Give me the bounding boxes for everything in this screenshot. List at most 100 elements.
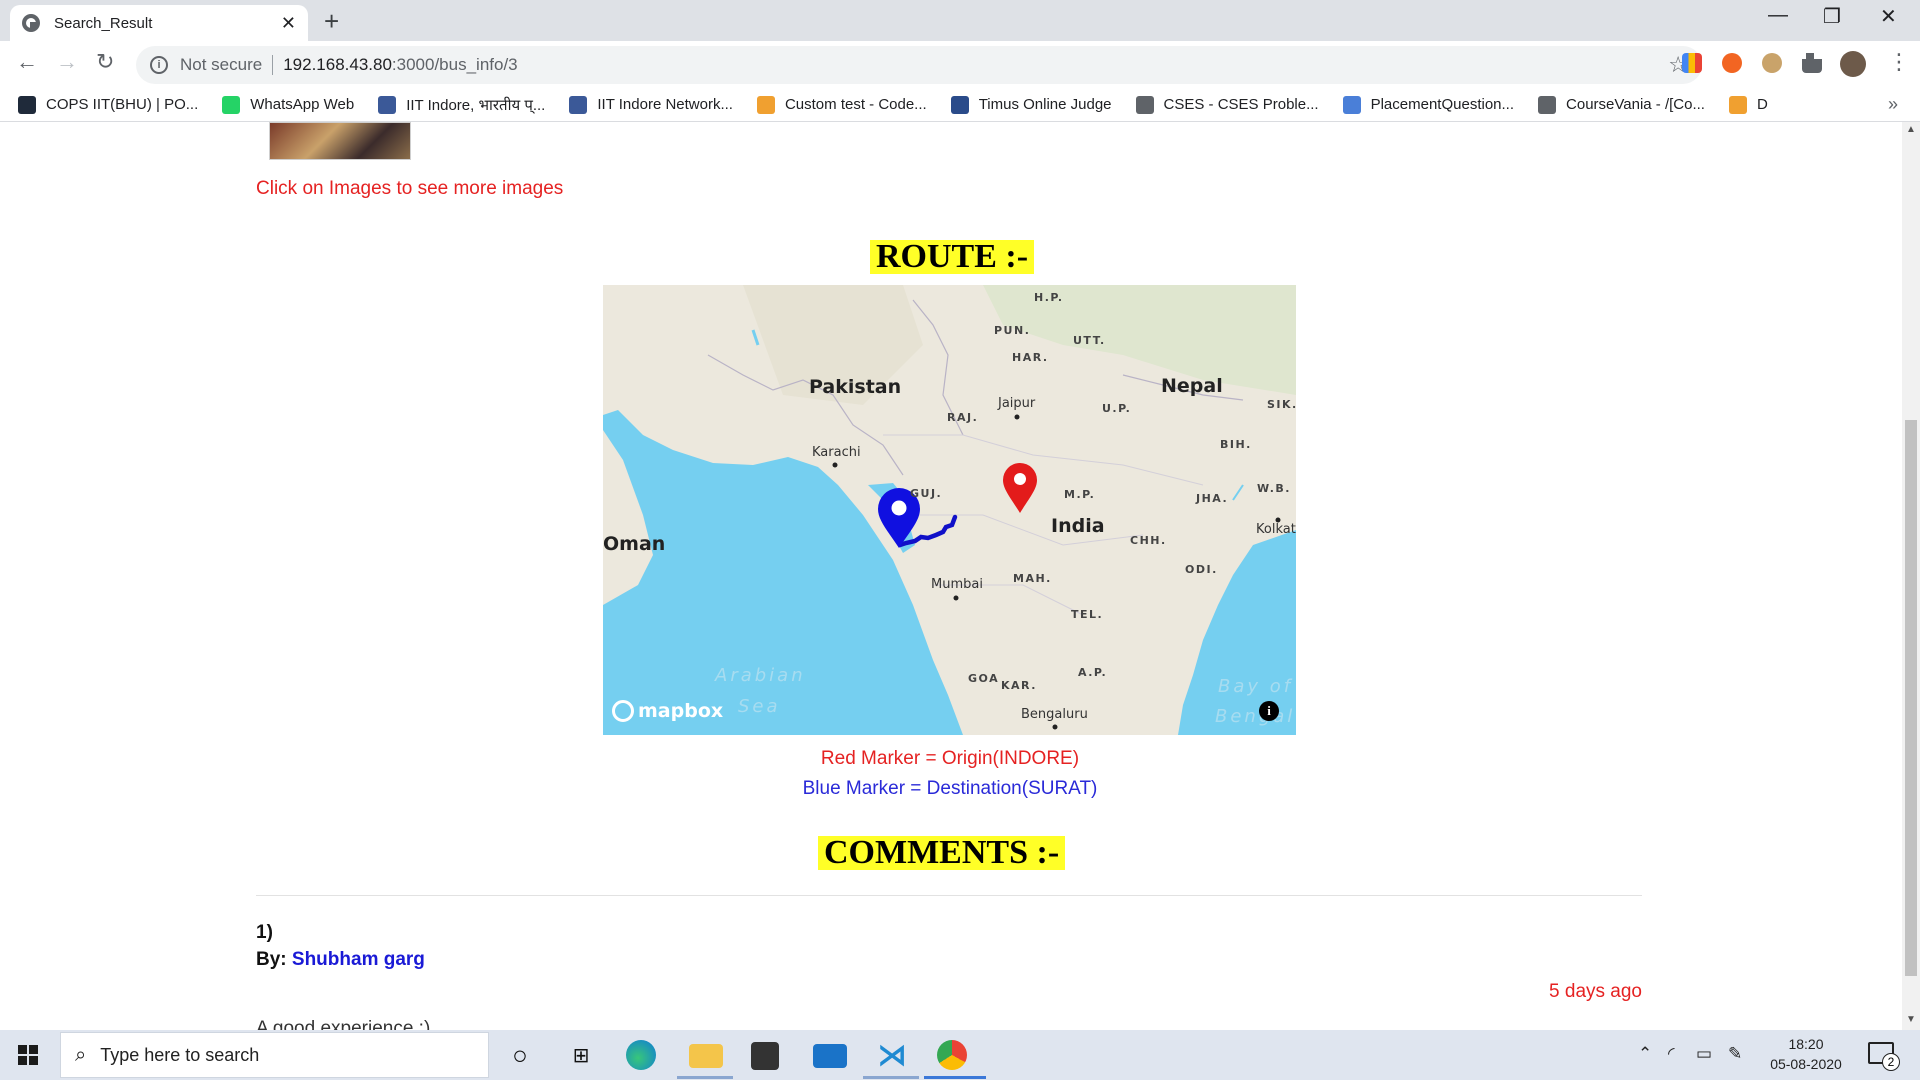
map-label: BIH. xyxy=(1220,438,1252,451)
bookmark-item[interactable]: CourseVania - /[Co... xyxy=(1538,95,1705,114)
map-label: GOA xyxy=(968,672,1000,685)
globe-icon xyxy=(22,14,40,32)
origin-legend: Red Marker = Origin(INDORE) xyxy=(820,748,1080,769)
map-label: Karachi xyxy=(812,445,861,460)
windows-taskbar: ⌕ Type here to search ○ ⊞ ⋊ ⌃ ◜ ▭ ✎ 18:2… xyxy=(0,1030,1920,1080)
clock-date: 05-08-2020 xyxy=(1770,1056,1842,1072)
bookmark-favicon-icon xyxy=(569,95,588,114)
wifi-icon[interactable]: ◜ xyxy=(1668,1044,1675,1064)
route-map[interactable]: H.P. PUN. UTT. HAR. Pakistan Nepal Jaipu… xyxy=(603,285,1296,735)
menu-kebab-icon[interactable]: ⋮ xyxy=(1888,49,1910,75)
profile-avatar[interactable] xyxy=(1840,51,1866,77)
taskbar-search-placeholder: Type here to search xyxy=(100,1044,260,1065)
reload-icon[interactable]: ↻ xyxy=(96,49,114,75)
store-icon[interactable] xyxy=(751,1042,779,1070)
bus-image-thumbnail[interactable] xyxy=(269,122,411,160)
cortana-icon[interactable]: ○ xyxy=(503,1038,537,1072)
map-label: Arabian xyxy=(715,665,806,686)
taskbar-clock[interactable]: 18:20 05-08-2020 xyxy=(1766,1034,1846,1074)
map-label: TEL. xyxy=(1071,608,1104,621)
map-canvas xyxy=(603,285,1296,735)
comment-author: Shubham garg xyxy=(291,949,425,970)
forward-arrow-icon[interactable]: → xyxy=(56,49,78,75)
browser-tab[interactable]: Search_Result ✕ xyxy=(10,5,308,41)
comment-text: A good experience :) xyxy=(256,1018,431,1030)
back-arrow-icon[interactable]: ← xyxy=(16,49,38,75)
security-label: Not secure xyxy=(180,55,263,74)
map-label: UTT. xyxy=(1073,334,1106,347)
bookmark-item[interactable]: IIT Indore, भारतीय प्... xyxy=(378,95,545,115)
map-label: Pakistan xyxy=(809,376,902,398)
bookmark-favicon-icon xyxy=(222,95,241,114)
pen-icon[interactable]: ✎ xyxy=(1728,1044,1742,1064)
bookmark-label: D xyxy=(1756,96,1768,113)
taskbar-search[interactable]: ⌕ Type here to search xyxy=(60,1032,489,1078)
comment-timestamp: 5 days ago xyxy=(1549,981,1642,1002)
map-label: ODI. xyxy=(1185,563,1218,576)
extension-icon[interactable] xyxy=(1722,53,1742,73)
mapbox-logo[interactable]: mapbox xyxy=(612,700,723,722)
bookmark-item[interactable]: COPS IIT(BHU) | PO... xyxy=(18,95,199,114)
bookmark-label: IIT Indore, भारतीय प्... xyxy=(406,96,546,114)
bookmark-item[interactable]: Custom test - Code... xyxy=(756,95,927,114)
map-label: Sea xyxy=(738,696,781,717)
scrollbar-thumb[interactable] xyxy=(1905,420,1917,976)
search-icon: ⌕ xyxy=(75,1043,87,1066)
map-label: Oman xyxy=(603,533,666,555)
edge-icon[interactable] xyxy=(626,1040,656,1070)
map-label: India xyxy=(1051,515,1105,537)
destination-legend: Blue Marker = Destination(SURAT) xyxy=(802,778,1098,799)
new-tab-button[interactable]: + xyxy=(324,6,339,37)
bookmark-item[interactable]: CSES - CSES Proble... xyxy=(1135,95,1319,114)
vscode-icon[interactable]: ⋊ xyxy=(875,1038,909,1072)
task-view-icon[interactable]: ⊞ xyxy=(564,1038,598,1072)
notification-center-icon[interactable]: 2 xyxy=(1868,1042,1900,1071)
comments-heading: COMMENTS :- xyxy=(818,836,1066,870)
bookmark-label: WhatsApp Web xyxy=(250,96,355,113)
scroll-down-icon[interactable]: ▼ xyxy=(1906,1014,1916,1025)
open-app-indicator xyxy=(863,1076,919,1079)
bookmark-favicon-icon xyxy=(756,95,775,114)
close-window-button[interactable]: ✕ xyxy=(1880,4,1897,29)
map-label: Mumbai xyxy=(931,577,983,592)
maximize-button[interactable]: ❐ xyxy=(1823,4,1841,29)
address-bar[interactable]: i Not secure 192.168.43.80 :3000/bus_inf… xyxy=(136,46,1702,84)
map-label: Bay of xyxy=(1218,676,1294,697)
bookmark-item[interactable]: WhatsApp Web xyxy=(222,95,355,114)
minimize-button[interactable]: — xyxy=(1768,4,1788,27)
map-label: M.P. xyxy=(1064,488,1096,501)
scroll-up-icon[interactable]: ▲ xyxy=(1906,124,1916,135)
bookmark-item[interactable]: PlacementQuestion... xyxy=(1342,95,1514,114)
tray-chevron-icon[interactable]: ⌃ xyxy=(1638,1044,1652,1064)
file-explorer-icon[interactable] xyxy=(689,1044,723,1068)
bookmark-item[interactable]: IIT Indore Network... xyxy=(569,95,733,114)
page-scrollbar[interactable]: ▲ ▼ xyxy=(1902,122,1920,1030)
extension-icon[interactable] xyxy=(1682,53,1702,73)
map-label: A.P. xyxy=(1078,666,1108,679)
map-info-icon[interactable]: i xyxy=(1259,701,1279,721)
bookmark-favicon-icon xyxy=(1135,95,1154,114)
bookmark-label: CSES - CSES Proble... xyxy=(1163,96,1319,113)
battery-icon[interactable]: ▭ xyxy=(1696,1044,1712,1064)
browser-tab-bar: Search_Result ✕ + — ❐ ✕ xyxy=(0,0,1920,41)
map-label: H.P. xyxy=(1034,291,1064,304)
bookmark-favicon-icon xyxy=(378,95,397,114)
tab-close-icon[interactable]: ✕ xyxy=(281,13,296,34)
bookmark-label: Custom test - Code... xyxy=(784,96,927,113)
bookmark-label: IIT Indore Network... xyxy=(597,96,733,113)
bookmark-item[interactable]: Timus Online Judge xyxy=(950,95,1112,114)
puzzle-icon[interactable] xyxy=(1802,53,1822,73)
bookmark-item[interactable]: D xyxy=(1728,95,1768,114)
chrome-icon[interactable] xyxy=(937,1040,967,1070)
extension-icon[interactable] xyxy=(1762,53,1782,73)
info-icon[interactable]: i xyxy=(150,56,168,74)
map-label: GUJ. xyxy=(910,487,943,500)
bookmarks-overflow-icon[interactable]: » xyxy=(1888,94,1898,115)
comments-divider xyxy=(256,895,1642,896)
bookmark-favicon-icon xyxy=(1538,95,1557,114)
map-label: Kolkat xyxy=(1256,522,1296,537)
map-label: CHH. xyxy=(1130,534,1167,547)
windows-start-icon[interactable] xyxy=(18,1045,38,1065)
bookmark-label: COPS IIT(BHU) | PO... xyxy=(46,96,199,113)
mail-icon[interactable] xyxy=(813,1044,847,1068)
